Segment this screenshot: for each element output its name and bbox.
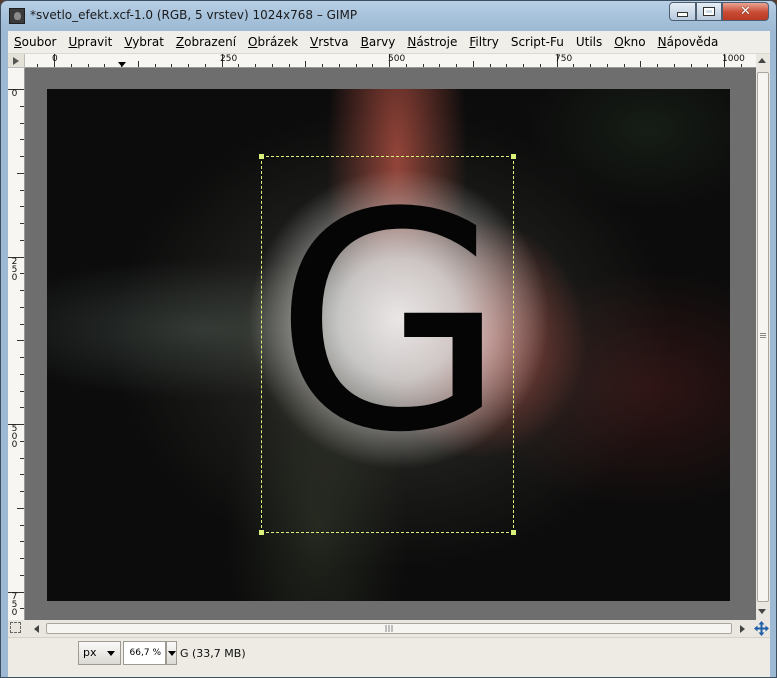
image-canvas[interactable]: G [47,89,730,601]
scroll-up-arrow[interactable] [758,58,766,63]
gimp-app-icon[interactable] [9,8,25,24]
thumb-grip [760,333,766,334]
menu-vrstva[interactable]: Vrstva [304,31,355,53]
selection-handle-bl[interactable] [259,530,264,535]
menu-zobrazeni[interactable]: Zobrazení [170,31,242,53]
maximize-icon [703,7,715,16]
gimp-window: *svetlo_efekt.xcf-1.0 (RGB, 5 vrstev) 10… [0,0,777,678]
selection-marquee[interactable] [259,154,516,535]
minimize-button[interactable] [669,2,696,21]
ruler-label-1000: 1000 [722,54,745,64]
menu-obrazek[interactable]: Obrázek [242,31,304,53]
vruler-label-500: 500 [11,424,18,450]
menu-vybrat[interactable]: Vybrat [118,31,170,53]
close-button[interactable]: ✕ [722,2,769,21]
close-icon: ✕ [740,4,751,19]
scroll-down-arrow[interactable] [758,609,766,614]
menu-okno[interactable]: Okno [608,31,651,53]
scroll-left-arrow[interactable] [34,625,39,633]
menu-bar: Soubor Upravit Vybrat Zobrazení Obrázek … [8,31,770,54]
status-bar: px 66,7 % G (33,7 MB) [8,637,770,677]
vertical-ruler-ticks [8,89,24,609]
thumb-grip [385,625,393,632]
menu-nastroje[interactable]: Nástroje [401,31,463,53]
menu-upravit[interactable]: Upravit [62,31,118,53]
navigate-icon[interactable] [753,620,770,637]
window-title: *svetlo_efekt.xcf-1.0 (RGB, 5 vrstev) 10… [30,8,358,22]
selection-handle-br[interactable] [511,530,516,535]
quick-mask-toggle-icon[interactable] [10,622,21,633]
ruler-label-750: 750 [555,54,573,64]
image-window-client: Soubor Upravit Vybrat Zobrazení Obrázek … [8,31,770,677]
menu-utils[interactable]: Utils [570,31,608,53]
zoom-dropdown-button[interactable] [166,641,177,665]
thumb-grip [760,337,766,338]
minimize-icon [677,12,688,17]
maximize-button[interactable] [696,2,722,21]
horizontal-scroll-thumb[interactable] [46,623,732,634]
selection-handle-tr[interactable] [511,154,516,159]
ruler-label-500: 500 [388,54,406,64]
menu-script-fu[interactable]: Script-Fu [505,31,570,53]
ruler-label-0: 0 [52,54,58,64]
scroll-right-arrow[interactable] [740,625,745,633]
horizontal-scrollbar-row [8,620,770,637]
vertical-scroll-thumb[interactable] [757,72,769,602]
ruler-label-250: 250 [220,54,238,64]
vruler-label-250: 250 [11,257,18,283]
image-menu-button[interactable] [8,54,25,68]
zoom-input[interactable]: 66,7 % [123,641,166,665]
horizontal-ruler[interactable]: 0 250 500 750 1000 [25,54,756,68]
menu-napoveda[interactable]: Nápověda [652,31,725,53]
vruler-label-0: 0 [11,89,18,99]
canvas-area[interactable]: G [25,68,756,620]
menu-soubor[interactable]: Soubor [8,31,62,53]
menu-filtry[interactable]: Filtry [463,31,504,53]
vruler-label-750: 750 [11,592,18,618]
thumb-grip [760,335,766,336]
unit-selector[interactable]: px [78,641,121,665]
selection-handle-tl[interactable] [259,154,264,159]
pointer-position-marker [118,62,126,67]
unit-value: px [83,646,97,659]
vertical-ruler[interactable]: 0 250 500 750 [8,68,25,620]
vertical-scrollbar[interactable] [756,54,770,620]
status-message: G (33,7 MB) [180,647,246,660]
chevron-down-icon [107,651,115,656]
menu-barvy[interactable]: Barvy [355,31,402,53]
title-bar[interactable]: *svetlo_efekt.xcf-1.0 (RGB, 5 vrstev) 10… [1,1,776,32]
